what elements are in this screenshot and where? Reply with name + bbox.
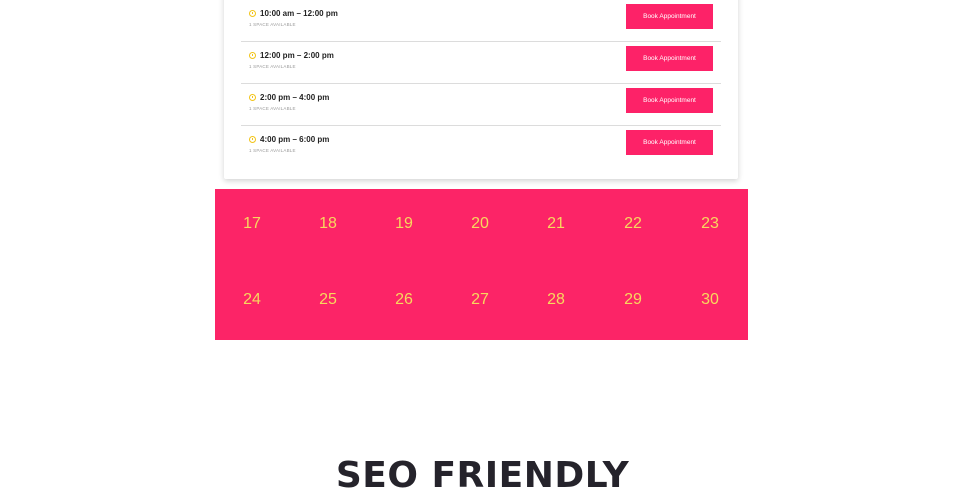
calendar-day[interactable]: 23 [690,209,730,239]
calendar-day[interactable]: 19 [384,209,424,239]
slot-availability: 1 SPACE AVAILABLE [249,148,296,153]
slot-availability: 1 SPACE AVAILABLE [249,64,296,69]
calendar-day[interactable]: 18 [308,209,348,239]
slot-availability: 1 SPACE AVAILABLE [249,22,296,27]
book-appointment-button[interactable]: Book Appointment [626,4,713,29]
calendar-day[interactable]: 20 [460,209,500,239]
slot-time-label: 2:00 pm – 4:00 pm [260,93,330,102]
page: 10:00 am – 12:00 pm 1 SPACE AVAILABLE Bo… [0,0,965,500]
calendar-day[interactable]: 29 [613,285,653,315]
calendar-day[interactable]: 26 [384,285,424,315]
slot-time-label: 4:00 pm – 6:00 pm [260,135,330,144]
slot-time: 12:00 pm – 2:00 pm [249,51,334,60]
section-heading: SEO FRIENDLY [335,455,630,496]
calendar-week-row: 17 18 19 20 21 22 23 [215,209,748,239]
slot-time: 10:00 am – 12:00 pm [249,9,338,18]
time-slot-list: 10:00 am – 12:00 pm 1 SPACE AVAILABLE Bo… [241,0,721,168]
clock-icon [249,94,256,101]
calendar-day[interactable]: 24 [232,285,272,315]
book-appointment-button[interactable]: Book Appointment [626,130,713,155]
calendar-day[interactable]: 25 [308,285,348,315]
slot-time-label: 12:00 pm – 2:00 pm [260,51,334,60]
calendar-day[interactable]: 30 [690,285,730,315]
clock-icon [249,136,256,143]
time-slots-card: 10:00 am – 12:00 pm 1 SPACE AVAILABLE Bo… [224,0,738,179]
clock-icon [249,52,256,59]
calendar-day[interactable]: 27 [460,285,500,315]
calendar-week-row: 24 25 26 27 28 29 30 [215,285,748,315]
clock-icon [249,10,256,17]
calendar-day[interactable]: 21 [536,209,576,239]
calendar-day[interactable]: 28 [536,285,576,315]
time-slot: 10:00 am – 12:00 pm 1 SPACE AVAILABLE Bo… [241,0,721,42]
time-slot: 2:00 pm – 4:00 pm 1 SPACE AVAILABLE Book… [241,84,721,126]
slot-time: 4:00 pm – 6:00 pm [249,135,329,144]
calendar-day[interactable]: 22 [613,209,653,239]
slot-availability: 1 SPACE AVAILABLE [249,106,296,111]
book-appointment-button[interactable]: Book Appointment [626,88,713,113]
slot-time: 2:00 pm – 4:00 pm [249,93,329,102]
slot-time-label: 10:00 am – 12:00 pm [260,9,338,18]
calendar-grid: 17 18 19 20 21 22 23 24 25 26 27 28 29 3… [215,189,748,340]
time-slot: 12:00 pm – 2:00 pm 1 SPACE AVAILABLE Boo… [241,42,721,84]
book-appointment-button[interactable]: Book Appointment [626,46,713,71]
time-slot: 4:00 pm – 6:00 pm 1 SPACE AVAILABLE Book… [241,126,721,168]
calendar-day[interactable]: 17 [232,209,272,239]
